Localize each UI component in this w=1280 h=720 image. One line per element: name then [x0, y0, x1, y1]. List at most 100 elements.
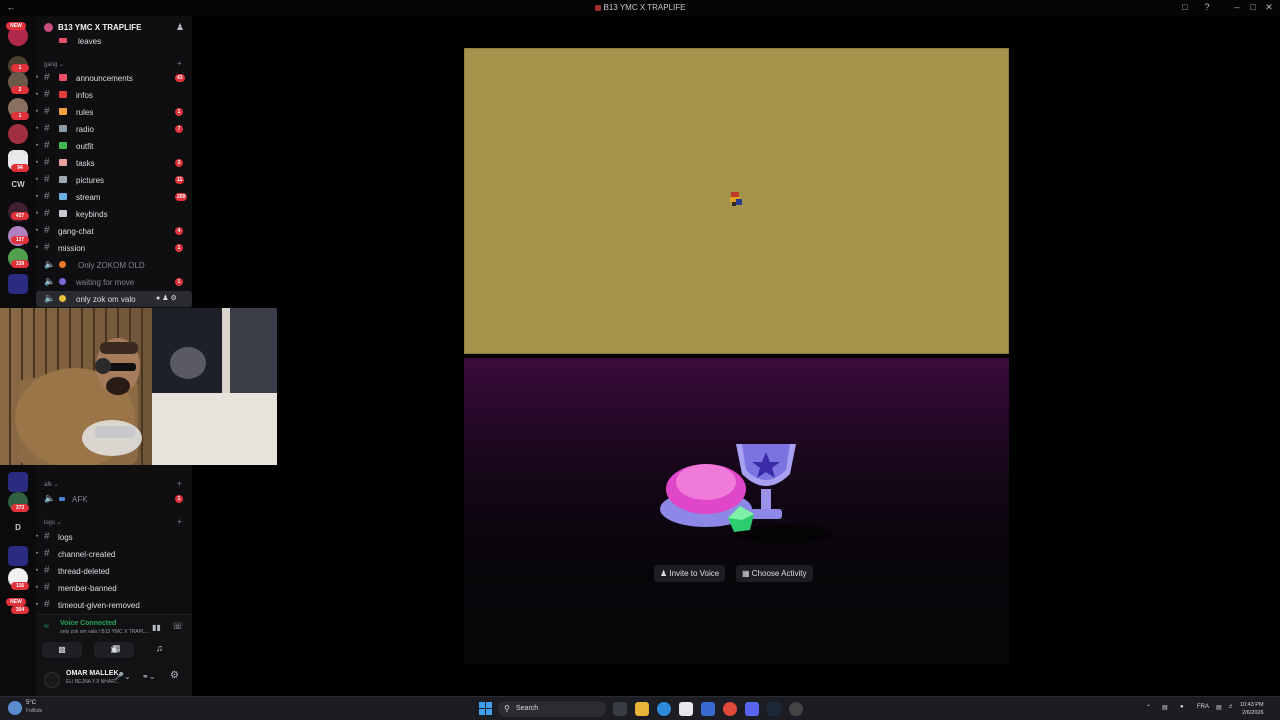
folder-icon[interactable] [8, 546, 28, 566]
hashtag-icon: # [44, 242, 50, 253]
steam-icon[interactable] [767, 702, 781, 716]
noise-suppression-icon[interactable]: ▮▮ [152, 623, 161, 632]
category-afk[interactable]: afk ⌄ [44, 481, 59, 488]
collapse-arrow-icon[interactable]: ▸ [36, 108, 39, 114]
voice-channel-row[interactable]: 🔈 waiting for move 1 [36, 274, 192, 290]
channel-row[interactable]: ▸ # outfit [36, 138, 192, 154]
channel-row[interactable]: ▸ # radio 7 [36, 121, 192, 137]
server-icon[interactable] [8, 124, 28, 144]
collapse-arrow-icon[interactable]: ▸ [36, 91, 39, 97]
avatar[interactable] [44, 672, 60, 688]
server-initials[interactable]: D [0, 523, 36, 532]
add-channel-icon[interactable]: + [177, 517, 182, 526]
voice-stage-tile[interactable] [464, 48, 1009, 354]
log-channel-row[interactable]: ▸ # member-banned [36, 580, 192, 596]
folder-icon[interactable] [8, 274, 28, 294]
collapse-arrow-icon[interactable]: ▸ [36, 550, 39, 556]
channel-row[interactable]: ▸ # mission 1 [36, 240, 192, 256]
obs-icon[interactable] [789, 702, 803, 716]
channel-row[interactable]: ▸ # pictures 11 [36, 172, 192, 188]
channel-label: announcements [76, 74, 133, 83]
activities-icon[interactable]: ▦ [112, 643, 121, 654]
log-channel-row[interactable]: ▸ # timeout-given-removed [36, 597, 192, 613]
taskbar-search[interactable]: ⚲ Search [498, 701, 606, 717]
voice-channel-info[interactable]: only zok om valo / B13 YMC X TRAPL... [60, 629, 149, 635]
help-icon[interactable]: ? [1200, 2, 1214, 12]
outlook-icon[interactable] [701, 702, 715, 716]
task-view-icon[interactable] [613, 702, 627, 716]
unread-badge: 1 [11, 64, 29, 72]
add-channel-icon[interactable]: + [177, 479, 182, 488]
invite-people-icon[interactable]: ♟ [176, 22, 184, 33]
voice-status[interactable]: Voice Connected [60, 620, 116, 627]
collapse-arrow-icon[interactable]: ▸ [36, 193, 39, 199]
collapse-arrow-icon[interactable]: ▸ [36, 567, 39, 573]
channel-row[interactable]: ▸ # announcements 43 [36, 70, 192, 86]
volume-icon[interactable]: ♬ [1228, 704, 1234, 710]
user-settings-gear-icon[interactable]: ⚙ [170, 670, 179, 681]
maximize-icon[interactable]: □ [1246, 2, 1260, 12]
minimize-icon[interactable]: – [1230, 2, 1244, 12]
language-indicator[interactable]: FRA [1197, 704, 1209, 710]
choose-activity-button[interactable]: ▦ Choose Activity [736, 565, 813, 582]
weather-desc[interactable]: Fallbds [26, 708, 42, 714]
mute-mic-icon[interactable]: 🎤⌄ [114, 672, 131, 681]
voice-channel-row[interactable]: 🔈 Only ZOKOM OLD [36, 257, 192, 273]
collapse-arrow-icon[interactable]: ▸ [36, 125, 39, 131]
mic-tray-icon[interactable]: ● [1180, 704, 1184, 710]
log-channel-row[interactable]: ▸ # logs [36, 529, 192, 545]
collapse-arrow-icon[interactable]: ▸ [36, 176, 39, 182]
webcam-image [0, 308, 277, 465]
collapse-arrow-icon[interactable]: ▸ [36, 210, 39, 216]
tray-chevron-icon[interactable]: ⌃ [1146, 704, 1151, 711]
collapse-arrow-icon[interactable]: ▸ [36, 74, 39, 80]
collapse-arrow-icon[interactable]: ▸ [36, 227, 39, 233]
channel-row[interactable]: ▸ # stream 209 [36, 189, 192, 205]
calendar-icon[interactable] [679, 702, 693, 716]
log-channel-row[interactable]: ▸ # thread-deleted [36, 563, 192, 579]
inbox-icon[interactable]: □ [1178, 2, 1192, 12]
discord-icon[interactable] [745, 702, 759, 716]
collapse-arrow-icon[interactable]: ▸ [36, 244, 39, 250]
add-channel-icon[interactable]: + [177, 59, 182, 68]
channel-tools-icon[interactable]: ●♟⚙ [156, 294, 179, 302]
channel-row[interactable]: ▸ # gang-chat 4 [36, 223, 192, 239]
weather-icon[interactable] [8, 701, 22, 715]
disconnect-icon[interactable]: ☏ [172, 621, 183, 632]
invite-to-voice-button[interactable]: ♟ Invite to Voice [654, 565, 726, 582]
collapse-arrow-icon[interactable]: ▸ [36, 142, 39, 148]
channel-row[interactable]: ▸ # keybinds [36, 206, 192, 222]
close-icon[interactable]: ✕ [1262, 2, 1276, 13]
chrome-icon[interactable] [723, 702, 737, 716]
camera-button[interactable]: ▩ [42, 642, 82, 658]
collapse-arrow-icon[interactable]: ▸ [36, 601, 39, 607]
channel-leaves[interactable]: leaves [36, 34, 192, 50]
headphones-icon[interactable]: ⚭⌄ [142, 672, 155, 681]
system-clock[interactable]: 10:43 PM 2/6/2026 [1240, 701, 1264, 717]
collapse-arrow-icon[interactable]: ▸ [36, 159, 39, 165]
voice-channel-afk[interactable]: 🔈 AFK 1 [36, 491, 192, 507]
channel-row[interactable]: ▸ # tasks 3 [36, 155, 192, 171]
wifi-icon[interactable]: ▤ [1216, 704, 1222, 711]
username[interactable]: OMAR MALLEK [66, 670, 119, 677]
network-icon[interactable]: ▤ [1162, 704, 1168, 711]
weather-temp[interactable]: 5°C [26, 700, 36, 706]
category-gang[interactable]: gang ⌄ [44, 61, 64, 68]
soundboard-icon[interactable]: ♫ [156, 643, 163, 653]
collapse-arrow-icon[interactable]: ▸ [36, 533, 39, 539]
voice-channel-row[interactable]: 🔈 only zok om valo ●♟⚙ [36, 291, 192, 307]
category-logs[interactable]: logs ⌄ [44, 519, 62, 526]
member-count-badge: 1 [175, 495, 183, 503]
edge-icon[interactable] [657, 702, 671, 716]
hashtag-icon: # [44, 208, 50, 219]
collapse-arrow-icon[interactable]: ▸ [36, 584, 39, 590]
channel-row[interactable]: ▸ # infos [36, 87, 192, 103]
folder-icon[interactable] [8, 472, 28, 492]
file-explorer-icon[interactable] [635, 702, 649, 716]
windows-start-icon[interactable] [479, 702, 492, 715]
log-channel-row[interactable]: ▸ # channel-created [36, 546, 192, 562]
channel-row[interactable]: ▸ # rules 1 [36, 104, 192, 120]
channel-emoji-icon [59, 38, 67, 43]
channel-emoji-icon [59, 74, 67, 81]
server-initials[interactable]: CW [0, 180, 36, 189]
